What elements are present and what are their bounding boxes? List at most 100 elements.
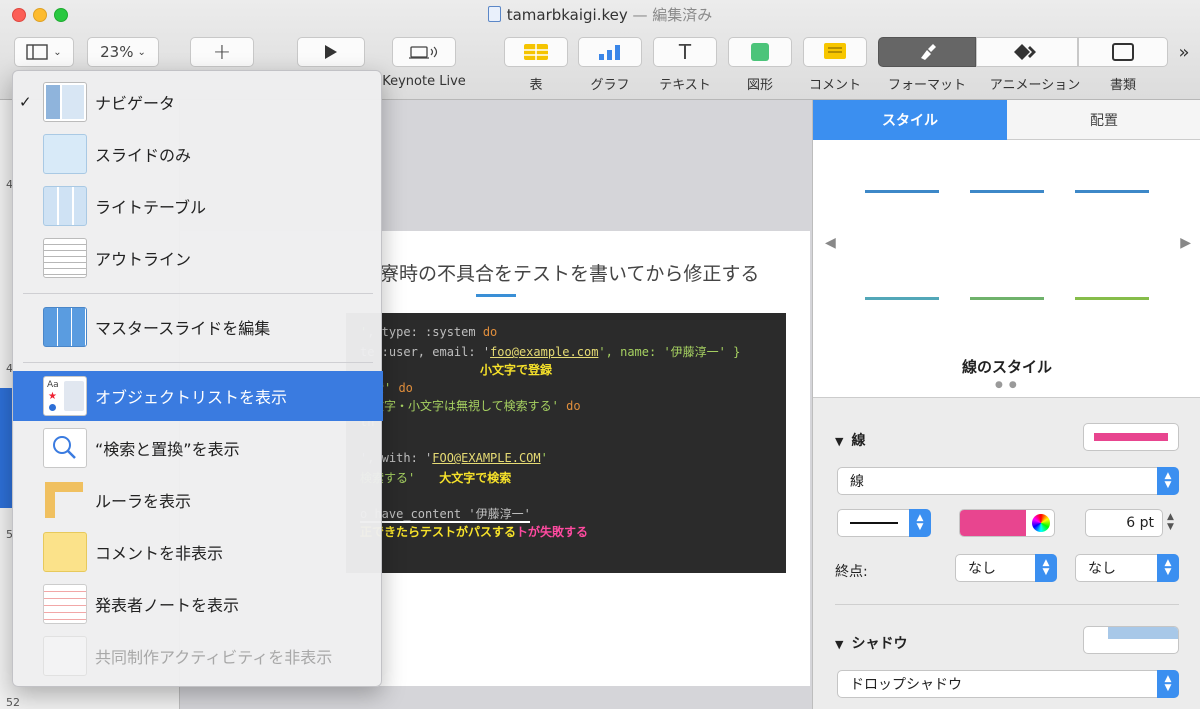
code-text: 大文字・小文字は無視して検索する': [360, 399, 567, 413]
shadow-section-header[interactable]: ▼ シャドウ: [835, 633, 907, 653]
menu-item-show-object-list[interactable]: Aa ★ オブジェクトリストを表示: [13, 371, 383, 421]
endpoints-label: 終点:: [835, 564, 868, 580]
line-styles-panel: ◀ ▶ 線のスタイル ●●: [813, 140, 1200, 398]
code-keyword: do: [482, 325, 498, 339]
stroke-width-stepper-icon[interactable]: ▲ ▼: [1167, 512, 1174, 532]
document-button[interactable]: [1078, 37, 1168, 67]
view-dropdown-menu: ✓ ナビゲータ スライドのみ ライトテーブル アウトライン マスタースライドを編…: [12, 70, 383, 687]
menu-item-edit-master-slides[interactable]: マスタースライドを編集: [13, 302, 383, 352]
endpoint-start-value: なし: [968, 561, 996, 577]
more-toolbar-icon[interactable]: »: [1172, 42, 1196, 63]
line-style-preset[interactable]: [1075, 297, 1149, 300]
menu-item-show-rulers[interactable]: ルーラを表示: [13, 475, 383, 525]
menu-item-navigator[interactable]: ✓ ナビゲータ: [13, 77, 383, 127]
animate-button[interactable]: [976, 37, 1078, 67]
code-text: , type: :system: [367, 325, 483, 339]
code-keyword: do: [398, 381, 413, 395]
menu-item-show-presenter-notes[interactable]: 発表者ノートを表示: [13, 579, 383, 629]
slide-title[interactable]: 寮時の不具合をテストを書いてから修正する: [380, 259, 759, 286]
title-underline: [476, 294, 516, 297]
object-list-icon: Aa ★: [43, 376, 87, 416]
checkmark-icon: ✓: [19, 93, 32, 111]
stroke-color-well[interactable]: [1083, 423, 1179, 451]
menu-item-label: “検索と置換”を表示: [95, 440, 240, 459]
chevron-down-icon: ⌄: [137, 46, 146, 58]
text-label: テキスト: [659, 78, 711, 93]
line-style-preset[interactable]: [970, 297, 1044, 300]
solid-line-preview: [850, 522, 898, 524]
line-styles-title: 線のスタイル: [961, 358, 1052, 376]
keynote-document-icon: [487, 6, 501, 22]
document-label: 書類: [1109, 78, 1136, 93]
format-button[interactable]: [878, 37, 976, 67]
code-line: ', with: 'FOO@EXAMPLE.COM': [360, 451, 772, 469]
menu-item-hide-comments[interactable]: コメントを非表示: [13, 527, 383, 577]
zoom-select[interactable]: 23% ⌄: [87, 37, 159, 67]
line-style-preset[interactable]: [1075, 190, 1149, 193]
shadow-preview: [1108, 627, 1178, 639]
code-line: 大文字・小文字は無視して検索する' do: [360, 397, 772, 415]
menu-item-slide-only[interactable]: スライドのみ: [13, 129, 383, 179]
zoom-value: 23%: [100, 43, 134, 61]
endpoint-end-select[interactable]: なし ▲ ▼: [1075, 554, 1179, 582]
shape-button[interactable]: [728, 37, 792, 67]
updown-arrows-icon: ▲ ▼: [1157, 467, 1179, 495]
chart-icon: [599, 45, 620, 60]
shadow-section-title: シャドウ: [851, 636, 908, 652]
page-dots[interactable]: ●●: [995, 380, 1023, 390]
line-style-preset[interactable]: [970, 190, 1044, 193]
stroke-width-field[interactable]: 6 pt: [1085, 509, 1163, 537]
comment-label: コメント: [808, 78, 861, 93]
sidebar-layout-icon: [26, 44, 48, 60]
code-line: te :user, email: 'foo@example.com', name…: [360, 343, 772, 361]
stroke-section-header[interactable]: ▼ 線: [835, 430, 865, 450]
stroke-color-picker[interactable]: [959, 509, 1055, 537]
annotation-lowercase: 小文字で登録: [480, 363, 553, 377]
document-panel-icon: [1112, 43, 1134, 61]
previous-styles-arrow-icon[interactable]: ◀: [825, 235, 836, 251]
format-inspector: スタイル 配置 ◀ ▶ 線のスタイル ●● ▼ 線 線 ▲ ▼ ▲ ▼ 6 pt ▲ ▼…: [812, 100, 1200, 709]
updown-arrows-icon: ▲ ▼: [1157, 554, 1179, 582]
line-style-preset[interactable]: [865, 190, 939, 193]
keynote-live-button[interactable]: [392, 37, 456, 67]
edited-status: — 編集済み: [632, 6, 713, 24]
menu-item-light-table[interactable]: ライトテーブル: [13, 181, 383, 231]
line-pattern-select[interactable]: ▲ ▼: [837, 509, 931, 537]
comment-button[interactable]: [803, 37, 867, 67]
table-button[interactable]: [504, 37, 568, 67]
play-button[interactable]: [297, 37, 365, 67]
tab-arrange[interactable]: 配置: [1007, 100, 1200, 140]
shadow-type-select[interactable]: ドロップシャドウ ▲ ▼: [837, 670, 1179, 698]
view-menu-button[interactable]: ⌄: [14, 37, 74, 67]
document-name: tamarbkaigi.key: [506, 6, 628, 24]
navigator-view-icon: [43, 82, 87, 122]
text-button[interactable]: T: [653, 37, 717, 67]
line-style-preset[interactable]: [865, 297, 939, 300]
ruler-icon: [43, 480, 87, 520]
section-divider: [835, 604, 1179, 605]
endpoint-start-select[interactable]: なし ▲ ▼: [955, 554, 1057, 582]
window-title: tamarbkaigi.key — 編集済み: [0, 4, 1200, 25]
inspector-tabs: スタイル 配置: [813, 100, 1200, 140]
code-line: o have_content '伊藤淳一': [360, 505, 531, 523]
next-styles-arrow-icon[interactable]: ▶: [1180, 235, 1191, 251]
menu-item-hide-collaboration-activity: 共同制作アクティビティを非表示: [13, 631, 383, 681]
animate-label: アニメーション: [989, 78, 1081, 93]
chart-button[interactable]: [578, 37, 642, 67]
outline-list-icon: [43, 238, 87, 278]
menu-item-label: マスタースライドを編集: [95, 319, 271, 338]
table-label: 表: [529, 78, 543, 93]
shadow-type-value: ドロップシャドウ: [850, 677, 962, 693]
menu-item-outline[interactable]: アウトライン: [13, 233, 383, 283]
menu-item-show-find-replace[interactable]: “検索と置換”を表示: [13, 423, 383, 473]
code-block[interactable]: ', type: :system do te :user, email: 'fo…: [346, 313, 786, 573]
add-slide-button[interactable]: +: [190, 37, 254, 67]
color-wheel-icon[interactable]: [1032, 514, 1050, 532]
tab-style[interactable]: スタイル: [813, 100, 1007, 140]
menu-item-label: スライドのみ: [95, 146, 192, 165]
endpoint-end-value: なし: [1088, 561, 1116, 577]
menu-item-label: 共同制作アクティビティを非表示: [95, 648, 333, 667]
shadow-preview-well[interactable]: [1083, 626, 1179, 654]
stroke-type-select[interactable]: 線 ▲ ▼: [837, 467, 1179, 495]
